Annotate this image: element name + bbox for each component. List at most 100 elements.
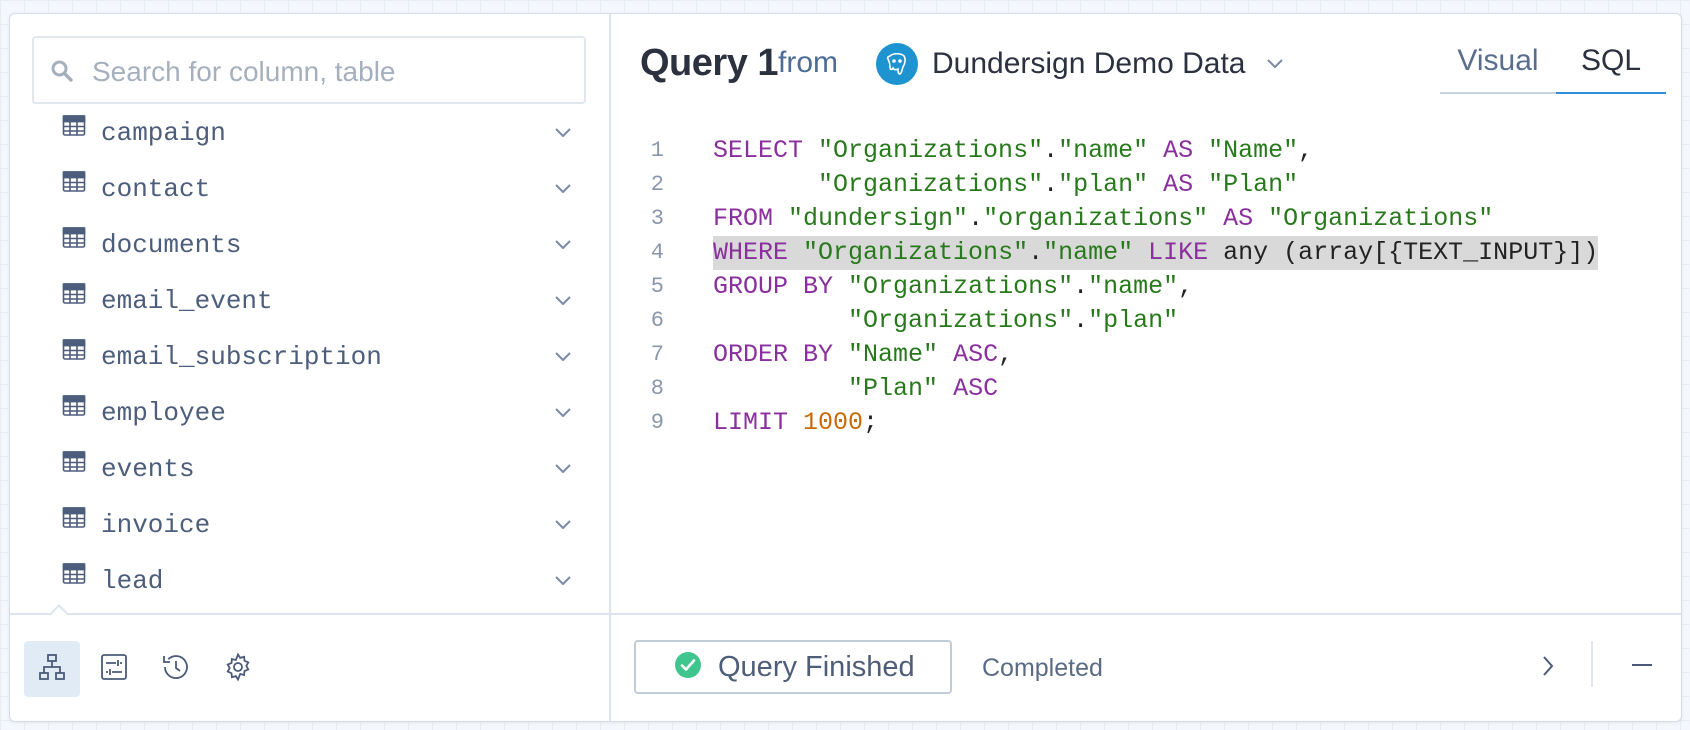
code-line: 8 "Plan" ASC bbox=[630, 372, 1670, 406]
code-token: . bbox=[968, 204, 984, 233]
chevron-down-icon[interactable] bbox=[554, 406, 572, 424]
table-row[interactable]: contact bbox=[10, 170, 609, 226]
query-status-button[interactable]: Query Finished bbox=[634, 640, 952, 694]
code-token: . bbox=[1043, 170, 1059, 199]
code-token: SELECT bbox=[713, 136, 804, 165]
from-label: from bbox=[778, 46, 838, 79]
code-token: . bbox=[1073, 306, 1089, 335]
code-token: "name" bbox=[1088, 272, 1179, 301]
code-text: GROUP BY "Organizations"."name", bbox=[713, 270, 1193, 304]
code-line: 5 GROUP BY "Organizations"."name", bbox=[630, 270, 1670, 304]
code-token: GROUP BY bbox=[713, 272, 834, 301]
code-token: , bbox=[1298, 136, 1314, 165]
code-text: "Organizations"."plan" bbox=[713, 304, 1178, 338]
query-editor-panel: campaign contact documents email_eventemail… bbox=[9, 13, 1682, 722]
code-token: "Organizations" bbox=[848, 272, 1074, 301]
table-row[interactable]: invoice bbox=[10, 506, 609, 562]
chevron-right-icon[interactable] bbox=[1541, 655, 1555, 682]
code-text: "Plan" ASC bbox=[713, 372, 998, 406]
table-icon bbox=[62, 114, 86, 143]
search-box bbox=[32, 36, 586, 104]
code-token: "Plan" bbox=[1208, 170, 1299, 199]
chevron-down-icon[interactable] bbox=[554, 518, 572, 536]
table-icon bbox=[62, 282, 86, 311]
table-name: email_event bbox=[101, 286, 273, 316]
table-row[interactable]: campaign bbox=[10, 114, 609, 170]
sql-editor[interactable]: 1 SELECT "Organizations"."name" AS "Name"… bbox=[630, 134, 1670, 440]
minimize-icon[interactable] bbox=[1632, 664, 1652, 666]
code-token: WHERE bbox=[713, 238, 789, 267]
code-text: LIMIT 1000; bbox=[713, 406, 878, 440]
code-token: AS bbox=[1163, 136, 1194, 165]
table-row[interactable]: employee bbox=[10, 394, 609, 450]
table-name: email_subscription bbox=[101, 342, 382, 372]
database-selector[interactable]: Dundersign Demo Data bbox=[876, 42, 1284, 86]
code-token: ORDER BY bbox=[713, 340, 834, 369]
table-name: lead bbox=[101, 566, 164, 596]
code-text: ORDER BY "Name" ASC, bbox=[713, 338, 1013, 372]
query-title[interactable]: Query 1 bbox=[640, 42, 779, 85]
code-text: FROM "dundersign"."organizations" AS "Or… bbox=[713, 202, 1493, 236]
tab-settings[interactable] bbox=[210, 641, 266, 697]
code-token: "Plan" bbox=[848, 374, 939, 403]
line-number: 2 bbox=[650, 172, 664, 197]
tab-variables[interactable] bbox=[86, 641, 142, 697]
code-token: any (array[{TEXT_INPUT}]) bbox=[1208, 238, 1599, 267]
code-token: "organizations" bbox=[983, 204, 1209, 233]
tab-schema[interactable] bbox=[24, 641, 80, 697]
sidebar-bottom-tabs bbox=[10, 615, 609, 721]
check-circle-icon bbox=[674, 651, 702, 684]
code-token: "name" bbox=[1058, 136, 1149, 165]
code-token: "name" bbox=[1043, 238, 1134, 267]
table-row[interactable]: documents bbox=[10, 226, 609, 282]
chevron-down-icon[interactable] bbox=[554, 294, 572, 312]
chevron-down-icon bbox=[1266, 57, 1284, 75]
search-input[interactable] bbox=[90, 50, 574, 94]
chevron-down-icon[interactable] bbox=[554, 350, 572, 368]
table-name: employee bbox=[101, 398, 226, 428]
table-row[interactable]: events bbox=[10, 450, 609, 506]
chevron-down-icon[interactable] bbox=[554, 238, 572, 256]
table-icon bbox=[62, 506, 86, 535]
code-token: LIMIT bbox=[713, 408, 789, 437]
code-token: AS bbox=[1163, 170, 1194, 199]
table-name: campaign bbox=[101, 118, 226, 148]
table-row[interactable]: lead bbox=[10, 562, 609, 609]
tab-history[interactable] bbox=[148, 641, 204, 697]
line-number: 3 bbox=[650, 206, 664, 231]
code-text: SELECT "Organizations"."name" AS "Name", bbox=[713, 134, 1313, 168]
search-icon bbox=[50, 59, 74, 88]
line-number: 1 bbox=[650, 138, 664, 163]
code-line: 1 SELECT "Organizations"."name" AS "Name"… bbox=[630, 134, 1670, 168]
chevron-down-icon[interactable] bbox=[554, 126, 572, 144]
chevron-down-icon[interactable] bbox=[554, 182, 572, 200]
code-token: , bbox=[998, 340, 1014, 369]
tab-sql[interactable]: SQL bbox=[1556, 42, 1666, 94]
code-line: 4 WHERE "Organizations"."name" LIKE any (… bbox=[630, 236, 1670, 270]
code-line: 3 FROM "dundersign"."organizations" AS "O… bbox=[630, 202, 1670, 236]
code-token: "Organizations" bbox=[818, 136, 1044, 165]
code-token: "Organizations" bbox=[848, 306, 1074, 335]
code-token: "Name" bbox=[1208, 136, 1299, 165]
table-row[interactable]: email_subscription bbox=[10, 338, 609, 394]
table-row[interactable]: email_event bbox=[10, 282, 609, 338]
code-token: ASC bbox=[953, 340, 999, 369]
table-name: events bbox=[101, 454, 195, 484]
line-number: 4 bbox=[650, 240, 664, 265]
history-icon bbox=[161, 652, 191, 687]
code-token: FROM bbox=[713, 204, 774, 233]
variables-icon bbox=[100, 653, 128, 686]
chevron-down-icon[interactable] bbox=[554, 574, 572, 592]
tab-visual[interactable]: Visual bbox=[1440, 42, 1556, 94]
chevron-down-icon[interactable] bbox=[554, 462, 572, 480]
code-line: 6 "Organizations"."plan" bbox=[630, 304, 1670, 338]
code-token: "dundersign" bbox=[788, 204, 969, 233]
